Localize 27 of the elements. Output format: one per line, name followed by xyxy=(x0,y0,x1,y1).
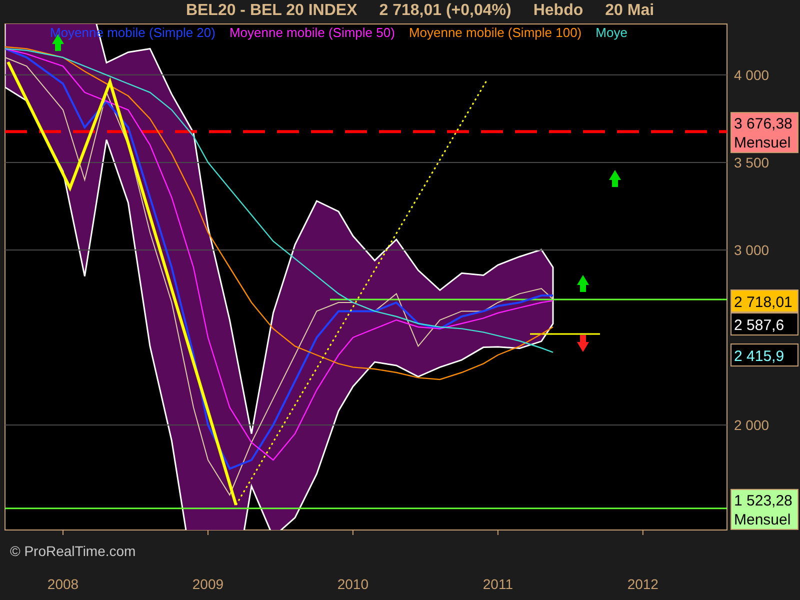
y-axis-label: 3 500 xyxy=(734,154,770,170)
date-label: 20 Mai xyxy=(605,2,654,20)
last-quote: 2 718,01 (+0,04%) xyxy=(379,2,512,20)
price-tag: 2 587,6 xyxy=(730,312,798,336)
y-axis-label: 2 000 xyxy=(734,416,770,433)
credit-text: © ProRealTime.com xyxy=(10,543,136,559)
x-axis-label: 2012 xyxy=(627,576,658,592)
up-arrow-icon xyxy=(609,170,621,187)
legend-entry: Moye xyxy=(596,25,628,40)
ref-line-label: 1 523,28 xyxy=(734,492,792,510)
legend-entry: Moyenne mobile (Simple 50) xyxy=(229,25,395,40)
ref-line-label: 3 676,38 xyxy=(734,116,792,133)
x-axis-label: 2011 xyxy=(482,576,513,592)
price-tag: 3 676,38 Mensuel xyxy=(730,112,798,154)
period-label: Hebdo xyxy=(533,2,584,20)
y-axis-label: 3 000 xyxy=(734,242,770,258)
x-axis-label: 2010 xyxy=(337,576,369,592)
down-arrow-icon xyxy=(577,335,589,352)
price-tag: 2 415,9 xyxy=(730,344,798,366)
up-arrow-icon xyxy=(577,275,589,292)
price-tag: 2 718,01 xyxy=(730,290,798,312)
legend-entry: Moyenne mobile (Simple 100) xyxy=(408,25,582,40)
y-axis-label: 4 000 xyxy=(734,66,770,83)
x-axis-label: 2009 xyxy=(192,576,224,592)
x-axis-label: 2008 xyxy=(47,576,79,592)
price-tag: 1 523,28 Mensuel xyxy=(730,488,798,530)
instrument-name: BEL20 - BEL 20 INDEX xyxy=(186,2,358,20)
